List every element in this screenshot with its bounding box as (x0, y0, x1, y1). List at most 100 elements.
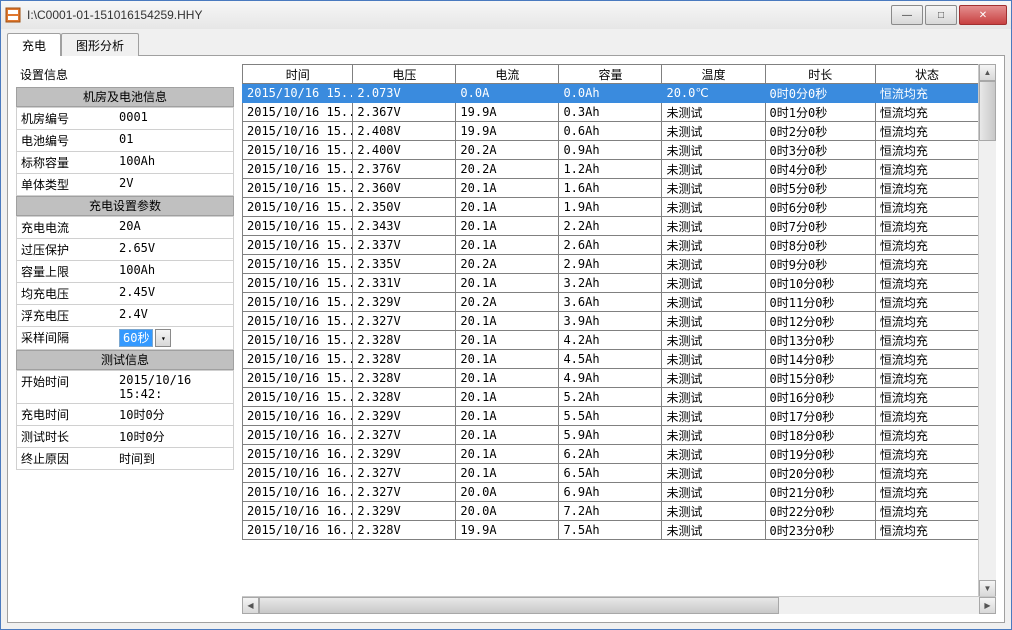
table-cell[interactable]: 2.328V (353, 331, 456, 350)
table-cell[interactable]: 2.327V (353, 464, 456, 483)
table-cell[interactable]: 恒流均充 (875, 141, 978, 160)
table-cell[interactable]: 20.1A (456, 236, 559, 255)
table-cell[interactable]: 20.1A (456, 198, 559, 217)
table-row[interactable]: 2015/10/16 16...2.329V20.1A5.5Ah未测试0时17分… (243, 407, 979, 426)
table-cell[interactable]: 未测试 (662, 407, 765, 426)
table-cell[interactable]: 未测试 (662, 198, 765, 217)
table-cell[interactable]: 20.2A (456, 293, 559, 312)
scroll-down-button[interactable]: ▼ (979, 580, 996, 597)
table-cell[interactable]: 未测试 (662, 369, 765, 388)
table-cell[interactable]: 未测试 (662, 388, 765, 407)
tab-1[interactable]: 图形分析 (61, 33, 139, 56)
table-cell[interactable]: 2.329V (353, 445, 456, 464)
table-cell[interactable]: 0时6分0秒 (765, 198, 875, 217)
table-cell[interactable]: 0时4分0秒 (765, 160, 875, 179)
titlebar[interactable]: I:\C0001-01-151016154259.HHY — □ ✕ (1, 1, 1011, 30)
table-cell[interactable]: 2015/10/16 15... (243, 369, 353, 388)
table-cell[interactable]: 0.0A (456, 84, 559, 103)
table-cell[interactable]: 0时19分0秒 (765, 445, 875, 464)
table-cell[interactable]: 2.2Ah (559, 217, 662, 236)
table-cell[interactable]: 20.2A (456, 255, 559, 274)
table-cell[interactable]: 2015/10/16 15... (243, 122, 353, 141)
table-cell[interactable]: 未测试 (662, 103, 765, 122)
table-row[interactable]: 2015/10/16 15...2.327V20.1A3.9Ah未测试0时12分… (243, 312, 979, 331)
table-row[interactable]: 2015/10/16 16...2.328V19.9A7.5Ah未测试0时23分… (243, 521, 979, 540)
table-cell[interactable]: 3.6Ah (559, 293, 662, 312)
table-cell[interactable]: 0时17分0秒 (765, 407, 875, 426)
table-row[interactable]: 2015/10/16 15...2.360V20.1A1.6Ah未测试0时5分0… (243, 179, 979, 198)
table-cell[interactable]: 20.1A (456, 274, 559, 293)
column-header[interactable]: 容量 (559, 65, 662, 84)
table-cell[interactable]: 2015/10/16 15... (243, 179, 353, 198)
table-cell[interactable]: 2.400V (353, 141, 456, 160)
maximize-button[interactable]: □ (925, 5, 957, 25)
table-row[interactable]: 2015/10/16 15...2.328V20.1A4.5Ah未测试0时14分… (243, 350, 979, 369)
table-cell[interactable]: 0时16分0秒 (765, 388, 875, 407)
table-cell[interactable]: 5.5Ah (559, 407, 662, 426)
table-cell[interactable]: 6.2Ah (559, 445, 662, 464)
table-cell[interactable]: 恒流均充 (875, 464, 978, 483)
table-cell[interactable]: 2015/10/16 15... (243, 236, 353, 255)
table-cell[interactable]: 7.2Ah (559, 502, 662, 521)
scroll-thumb-vertical[interactable] (979, 81, 996, 141)
table-cell[interactable]: 未测试 (662, 179, 765, 198)
table-cell[interactable]: 0.9Ah (559, 141, 662, 160)
table-cell[interactable]: 未测试 (662, 236, 765, 255)
table-cell[interactable]: 0时8分0秒 (765, 236, 875, 255)
table-cell[interactable]: 0时13分0秒 (765, 331, 875, 350)
table-cell[interactable]: 0时2分0秒 (765, 122, 875, 141)
table-cell[interactable]: 20.1A (456, 445, 559, 464)
table-cell[interactable]: 1.6Ah (559, 179, 662, 198)
table-row[interactable]: 2015/10/16 15...2.337V20.1A2.6Ah未测试0时8分0… (243, 236, 979, 255)
table-cell[interactable]: 2.328V (353, 521, 456, 540)
table-cell[interactable]: 20.1A (456, 217, 559, 236)
table-row[interactable]: 2015/10/16 15...2.367V19.9A0.3Ah未测试0时1分0… (243, 103, 979, 122)
table-cell[interactable]: 0时23分0秒 (765, 521, 875, 540)
table-row[interactable]: 2015/10/16 16...2.329V20.1A6.2Ah未测试0时19分… (243, 445, 979, 464)
table-cell[interactable]: 7.5Ah (559, 521, 662, 540)
minimize-button[interactable]: — (891, 5, 923, 25)
table-cell[interactable]: 恒流均充 (875, 217, 978, 236)
table-cell[interactable]: 2015/10/16 15... (243, 293, 353, 312)
table-row[interactable]: 2015/10/16 15...2.376V20.2A1.2Ah未测试0时4分0… (243, 160, 979, 179)
table-cell[interactable]: 2.408V (353, 122, 456, 141)
table-cell[interactable]: 20.2A (456, 141, 559, 160)
table-cell[interactable]: 恒流均充 (875, 293, 978, 312)
table-cell[interactable]: 2015/10/16 15... (243, 350, 353, 369)
table-cell[interactable]: 20.1A (456, 179, 559, 198)
table-cell[interactable]: 恒流均充 (875, 198, 978, 217)
table-cell[interactable]: 恒流均充 (875, 331, 978, 350)
table-cell[interactable]: 未测试 (662, 426, 765, 445)
table-cell[interactable]: 2.327V (353, 312, 456, 331)
table-cell[interactable]: 恒流均充 (875, 274, 978, 293)
combo-value[interactable]: 60秒 (119, 329, 153, 347)
table-cell[interactable]: 未测试 (662, 464, 765, 483)
table-cell[interactable]: 1.2Ah (559, 160, 662, 179)
table-cell[interactable]: 3.9Ah (559, 312, 662, 331)
table-cell[interactable]: 恒流均充 (875, 445, 978, 464)
table-cell[interactable]: 恒流均充 (875, 103, 978, 122)
column-header[interactable]: 温度 (662, 65, 765, 84)
table-cell[interactable]: 2.337V (353, 236, 456, 255)
table-cell[interactable]: 恒流均充 (875, 407, 978, 426)
column-header[interactable]: 时长 (765, 65, 875, 84)
table-cell[interactable]: 6.5Ah (559, 464, 662, 483)
table-cell[interactable]: 2.328V (353, 350, 456, 369)
table-cell[interactable]: 2.327V (353, 426, 456, 445)
table-cell[interactable]: 2015/10/16 15... (243, 331, 353, 350)
table-cell[interactable]: 2.343V (353, 217, 456, 236)
data-grid[interactable]: 时间电压电流容量温度时长状态 2015/10/16 15...2.073V0.0… (242, 64, 979, 540)
table-cell[interactable]: 0时22分0秒 (765, 502, 875, 521)
scroll-track-horizontal[interactable] (779, 597, 979, 614)
table-cell[interactable]: 2015/10/16 16... (243, 502, 353, 521)
table-cell[interactable]: 2015/10/16 15... (243, 141, 353, 160)
table-cell[interactable]: 0时18分0秒 (765, 426, 875, 445)
table-cell[interactable]: 未测试 (662, 293, 765, 312)
table-cell[interactable]: 2.9Ah (559, 255, 662, 274)
table-cell[interactable]: 未测试 (662, 521, 765, 540)
table-cell[interactable]: 2015/10/16 16... (243, 483, 353, 502)
table-cell[interactable]: 19.9A (456, 103, 559, 122)
table-cell[interactable]: 2015/10/16 15... (243, 255, 353, 274)
table-cell[interactable]: 恒流均充 (875, 122, 978, 141)
table-cell[interactable]: 20.1A (456, 407, 559, 426)
